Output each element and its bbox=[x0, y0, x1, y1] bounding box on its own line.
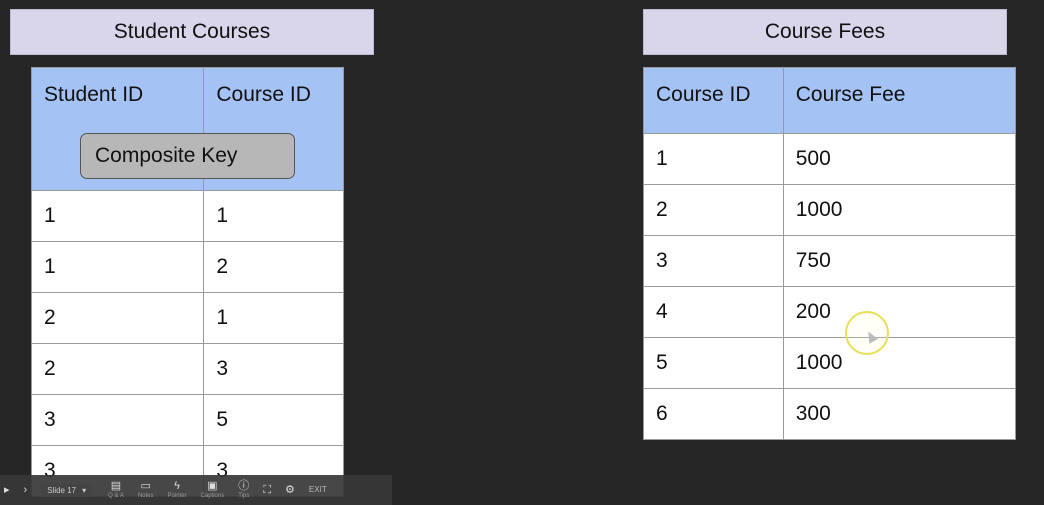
student-courses-table: Student ID Course ID 1 1 1 2 2 1 2 3 3 5… bbox=[30, 67, 344, 497]
exit-button[interactable]: EXIT bbox=[309, 486, 327, 494]
course-fees-title: Course Fees bbox=[643, 9, 1007, 55]
table-row: 6 300 bbox=[643, 388, 1017, 440]
cell-course-fee: 1000 bbox=[782, 184, 1017, 236]
table-row: 2 1000 bbox=[643, 184, 1017, 236]
cell-course-id: 2 bbox=[203, 241, 344, 293]
table-row: 1 2 bbox=[30, 241, 344, 293]
header-course-fee: Course Fee bbox=[782, 67, 1017, 134]
exit-label: EXIT bbox=[308, 485, 327, 494]
presentation-toolbar: ▸ › Slide 17 ▾ ▤ Q & A ▭ Notes ϟ Pointer… bbox=[0, 475, 392, 505]
cell-course-id: 3 bbox=[203, 343, 344, 395]
cell-student-id: 3 bbox=[30, 394, 205, 446]
cell-course-fee: 1000 bbox=[782, 337, 1017, 389]
cell-course-id: 4 bbox=[643, 286, 784, 338]
cell-course-id: 5 bbox=[643, 337, 784, 389]
captions-icon: ▣ bbox=[207, 479, 218, 492]
cell-course-fee: 200 bbox=[782, 286, 1017, 338]
table-row: 1 500 bbox=[643, 133, 1017, 185]
tips-label: Tips bbox=[238, 492, 250, 499]
cell-student-id: 2 bbox=[30, 343, 205, 395]
info-icon: ⓘ bbox=[238, 479, 250, 492]
cell-course-id: 2 bbox=[643, 184, 784, 236]
cell-student-id: 2 bbox=[30, 292, 205, 344]
table-row: 1 1 bbox=[30, 190, 344, 242]
cell-course-id: 3 bbox=[643, 235, 784, 287]
cell-course-fee: 300 bbox=[782, 388, 1017, 440]
student-courses-title: Student Courses bbox=[10, 9, 374, 55]
table-row: 3 5 bbox=[30, 394, 344, 446]
table-row: 2 1 bbox=[30, 292, 344, 344]
next-icon[interactable]: › bbox=[24, 484, 28, 496]
pointer-button[interactable]: ϟ Pointer bbox=[167, 479, 187, 500]
qa-label: Q & A bbox=[108, 492, 124, 499]
table-row: 3 750 bbox=[643, 235, 1017, 287]
cell-course-id: 1 bbox=[203, 190, 344, 242]
cell-course-id: 5 bbox=[203, 394, 344, 446]
composite-key-label: Composite Key bbox=[80, 133, 295, 179]
table-row: 2 3 bbox=[30, 343, 344, 395]
captions-label: Captions bbox=[200, 492, 225, 499]
play-icon[interactable]: ▸ bbox=[4, 484, 10, 496]
table-row: 4 200 bbox=[643, 286, 1017, 338]
fullscreen-icon[interactable]: ⛶ bbox=[263, 484, 271, 496]
qa-button[interactable]: ▤ Q & A bbox=[108, 479, 124, 500]
cell-course-fee: 750 bbox=[782, 235, 1017, 287]
qa-icon: ▤ bbox=[110, 479, 122, 492]
course-fees-title-text: Course Fees bbox=[764, 20, 886, 43]
slide-label: Slide 17 bbox=[47, 485, 77, 495]
tips-button[interactable]: ⓘ Tips bbox=[238, 479, 250, 500]
student-courses-title-text: Student Courses bbox=[113, 20, 271, 43]
notes-icon: ▭ bbox=[140, 479, 151, 492]
cell-student-id: 1 bbox=[30, 241, 205, 293]
notes-button[interactable]: ▭ Notes bbox=[137, 479, 154, 500]
table-header-row: Course ID Course Fee bbox=[643, 67, 1017, 134]
notes-label: Notes bbox=[137, 492, 154, 499]
course-fees-table: Course ID Course Fee 1 500 2 1000 3 750 … bbox=[643, 67, 1017, 440]
slide-selector[interactable]: Slide 17 ▾ bbox=[41, 483, 93, 497]
chevron-down-icon: ▾ bbox=[82, 485, 87, 495]
gear-icon[interactable]: ⚙ bbox=[285, 484, 295, 496]
captions-button[interactable]: ▣ Captions bbox=[200, 479, 225, 500]
table-row: 5 1000 bbox=[643, 337, 1017, 389]
cell-course-id: 1 bbox=[203, 292, 344, 344]
cell-course-fee: 500 bbox=[782, 133, 1017, 185]
cell-student-id: 1 bbox=[30, 190, 205, 242]
header-course-id: Course ID bbox=[643, 67, 784, 134]
pointer-label: Pointer bbox=[167, 492, 187, 499]
pointer-icon: ϟ bbox=[174, 479, 180, 492]
cell-course-id: 1 bbox=[643, 133, 784, 185]
cell-course-id: 6 bbox=[643, 388, 784, 440]
